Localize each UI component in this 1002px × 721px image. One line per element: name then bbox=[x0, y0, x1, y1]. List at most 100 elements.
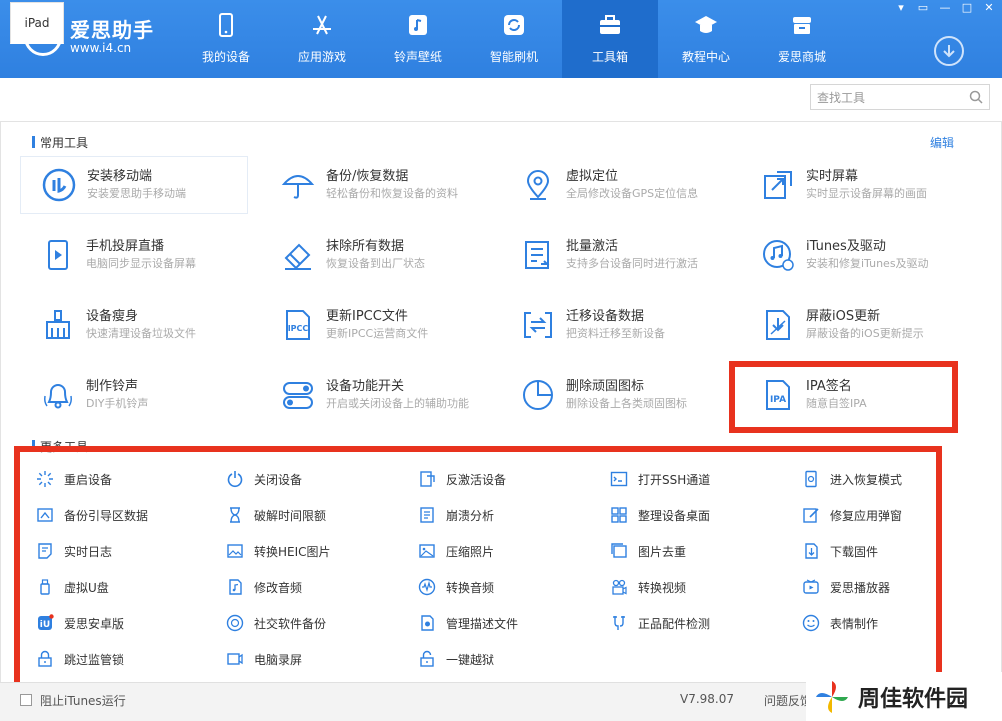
tool-desc: 屏蔽设备的iOS更新提示 bbox=[806, 327, 924, 340]
svg-text:IPCC: IPCC bbox=[288, 324, 309, 333]
download-button[interactable] bbox=[934, 36, 964, 66]
highlight-box-more-tools bbox=[14, 446, 942, 688]
nav-label: 工具箱 bbox=[591, 50, 628, 64]
tool-desc: 更新IPCC运营商文件 bbox=[326, 327, 429, 340]
phone-icon bbox=[219, 13, 233, 37]
maximize-button[interactable]: □ bbox=[960, 2, 974, 14]
highlight-box-ipa-sign bbox=[729, 361, 958, 433]
tool-realtime-screen[interactable]: 实时屏幕 实时显示设备屏幕的画面 bbox=[740, 156, 968, 214]
tool-batch-activate[interactable]: 批量激活 支持多台设备同时进行激活 bbox=[500, 226, 728, 284]
tool-title: 设备功能开关 bbox=[326, 379, 405, 394]
tool-desc: 电脑同步显示设备屏幕 bbox=[86, 257, 196, 270]
download-icon bbox=[943, 45, 955, 58]
title-bar: iU 爱思助手 www.i4.cn 我的设备 应用游戏 铃声壁纸 智能刷机 工具… bbox=[0, 0, 1002, 78]
tool-desc: 安装和修复iTunes及驱动 bbox=[806, 257, 929, 270]
tool-desc: 开启或关闭设备上的辅助功能 bbox=[326, 397, 469, 410]
tool-virtual-location[interactable]: 虚拟定位 全局修改设备GPS定位信息 bbox=[500, 156, 728, 214]
tool-title: 手机投屏直播 bbox=[86, 239, 165, 254]
nav-tutorials[interactable]: 教程中心 bbox=[658, 0, 754, 78]
tool-update-ipcc[interactable]: IPCC 更新IPCC文件 更新IPCC运营商文件 bbox=[260, 296, 488, 354]
bell-icon bbox=[40, 377, 76, 413]
nav-ringtones[interactable]: 铃声壁纸 bbox=[370, 0, 466, 78]
tool-title: 批量激活 bbox=[566, 239, 619, 254]
tool-migrate-data[interactable]: 迁移设备数据 把资料迁移至新设备 bbox=[500, 296, 728, 354]
tool-erase-data[interactable]: 抹除所有数据 恢复设备到出厂状态 bbox=[260, 226, 488, 284]
nav-label: 应用游戏 bbox=[297, 50, 346, 64]
tool-title: 设备瘦身 bbox=[86, 309, 139, 324]
nav-label: 我的设备 bbox=[201, 50, 250, 64]
nav-toolbox[interactable]: 工具箱 bbox=[562, 0, 658, 78]
minimize-button[interactable]: — bbox=[938, 2, 952, 14]
pie-clock-icon bbox=[520, 377, 556, 413]
watermark-text: 周佳软件园 bbox=[858, 686, 969, 712]
skin-button[interactable]: ▾ bbox=[894, 2, 908, 14]
menu-button[interactable]: ▭ bbox=[916, 2, 930, 14]
tool-block-ios-update[interactable]: 屏蔽iOS更新 屏蔽设备的iOS更新提示 bbox=[740, 296, 968, 354]
tool-desc: 安装爱思助手移动端 bbox=[87, 187, 186, 200]
logo-name: 爱思助手 bbox=[70, 18, 154, 42]
toolbox-icon bbox=[600, 15, 620, 34]
app-store-icon bbox=[313, 15, 331, 35]
nav-smart-flash[interactable]: 智能刷机 bbox=[466, 0, 562, 78]
toggle-icon bbox=[280, 377, 316, 413]
eraser-icon bbox=[280, 237, 316, 273]
nav-label: 智能刷机 bbox=[489, 50, 538, 64]
nav-label: 铃声壁纸 bbox=[393, 50, 442, 64]
batch-activate-icon bbox=[520, 237, 556, 273]
watermark: 周佳软件园 bbox=[806, 672, 1002, 721]
graduation-cap-icon bbox=[695, 16, 717, 33]
tool-title: 制作铃声 bbox=[86, 379, 139, 394]
nav-label: 教程中心 bbox=[681, 50, 730, 64]
location-pin-icon bbox=[520, 167, 556, 203]
tool-title: 实时屏幕 bbox=[806, 169, 859, 184]
umbrella-icon bbox=[280, 167, 316, 203]
block-update-icon bbox=[760, 307, 796, 343]
tool-desc: 支持多台设备同时进行激活 bbox=[566, 257, 698, 270]
window-controls: ▾ ▭ — □ ✕ bbox=[894, 2, 996, 14]
close-button[interactable]: ✕ bbox=[982, 2, 996, 14]
migrate-icon bbox=[520, 307, 556, 343]
tool-make-ringtone[interactable]: 制作铃声 DIY手机铃声 bbox=[20, 366, 248, 424]
tab-ipad[interactable]: iPad bbox=[10, 2, 64, 44]
tool-delete-icons[interactable]: 删除顽固图标 删除设备上各类顽固图标 bbox=[500, 366, 728, 424]
tool-desc: 把资料迁移至新设备 bbox=[566, 327, 665, 340]
block-itunes-checkbox[interactable] bbox=[20, 694, 32, 706]
screen-mirror-icon bbox=[760, 167, 796, 203]
itunes-icon bbox=[760, 237, 796, 273]
ipcc-file-icon: IPCC bbox=[280, 307, 316, 343]
logo-url: www.i4.cn bbox=[70, 41, 132, 55]
tool-title: iTunes及驱动 bbox=[806, 239, 886, 254]
tool-title: 备份/恢复数据 bbox=[326, 169, 409, 184]
pinwheel-logo-icon bbox=[816, 680, 848, 713]
tool-title: 删除顽固图标 bbox=[566, 379, 645, 394]
search-input[interactable]: 查找工具 bbox=[810, 84, 990, 110]
tool-screen-cast[interactable]: 手机投屏直播 电脑同步显示设备屏幕 bbox=[20, 226, 248, 284]
search-placeholder: 查找工具 bbox=[817, 90, 866, 105]
tool-title: 虚拟定位 bbox=[566, 169, 619, 184]
tool-itunes-driver[interactable]: iTunes及驱动 安装和修复iTunes及驱动 bbox=[740, 226, 968, 284]
tool-feature-toggle[interactable]: 设备功能开关 开启或关闭设备上的辅助功能 bbox=[260, 366, 488, 424]
phone-play-icon bbox=[40, 237, 76, 273]
section-title-common-tools: 常用工具 bbox=[32, 134, 88, 151]
tool-desc: 实时显示设备屏幕的画面 bbox=[806, 187, 927, 200]
tool-install-mobile[interactable]: 安装移动端 安装爱思助手移动端 bbox=[20, 156, 248, 214]
tool-desc: DIY手机铃声 bbox=[86, 397, 149, 410]
edit-link[interactable]: 编辑 bbox=[930, 134, 954, 151]
nav-apps-games[interactable]: 应用游戏 bbox=[274, 0, 370, 78]
tool-desc: 快速清理设备垃圾文件 bbox=[86, 327, 196, 340]
nav-store[interactable]: 爱思商城 bbox=[754, 0, 850, 78]
search-icon[interactable] bbox=[969, 90, 983, 104]
ringtone-icon bbox=[409, 15, 427, 35]
i4-mobile-icon bbox=[41, 167, 77, 203]
tool-backup-restore[interactable]: 备份/恢复数据 轻松备份和恢复设备的资料 bbox=[260, 156, 488, 214]
version-label: V7.98.07 bbox=[680, 692, 735, 706]
main-nav: 我的设备 应用游戏 铃声壁纸 智能刷机 工具箱 教程中心 爱思商城 bbox=[178, 0, 850, 78]
store-icon bbox=[793, 17, 811, 34]
tool-title: 安装移动端 bbox=[87, 169, 153, 184]
nav-my-device[interactable]: 我的设备 bbox=[178, 0, 274, 78]
tool-title: 抹除所有数据 bbox=[326, 239, 405, 254]
tool-device-cleanup[interactable]: 设备瘦身 快速清理设备垃圾文件 bbox=[20, 296, 248, 354]
tool-desc: 删除设备上各类顽固图标 bbox=[566, 397, 687, 410]
feedback-link[interactable]: 问题反馈 bbox=[764, 692, 812, 709]
tool-desc: 全局修改设备GPS定位信息 bbox=[566, 187, 699, 200]
